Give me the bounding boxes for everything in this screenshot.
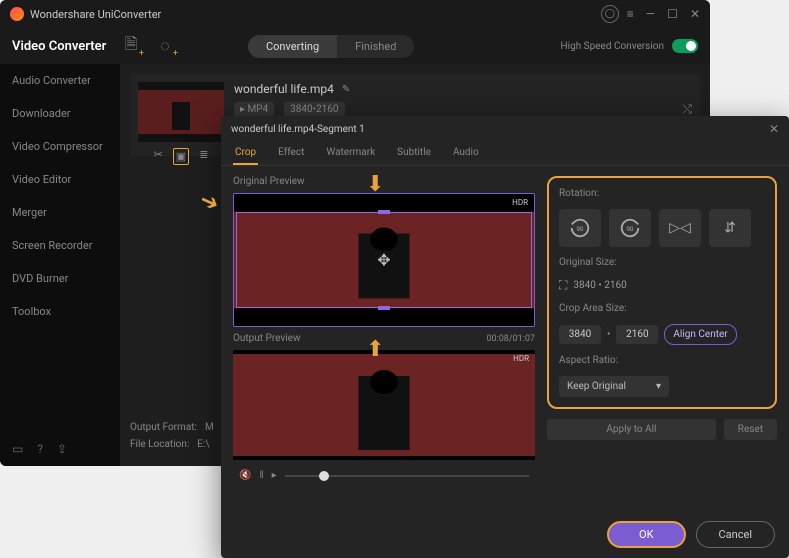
hdr-icon: HDR [512, 198, 528, 207]
sidebar-item-video-editor[interactable]: Video Editor [0, 163, 120, 196]
titlebar: Wondershare UniConverter ◯ ≡ — ☐ ✕ [0, 0, 710, 28]
minimize-icon[interactable]: — [646, 7, 655, 21]
edit-name-icon[interactable]: ✎ [342, 84, 350, 95]
maximize-icon[interactable]: ☐ [667, 7, 678, 21]
crop-frame[interactable]: ✥ [236, 212, 532, 308]
time-display: 00:08/01:07 [486, 334, 535, 344]
tab-crop[interactable]: Crop [233, 142, 258, 165]
tab-effect[interactable]: Effect [276, 142, 306, 165]
crop-width-input[interactable] [559, 325, 601, 344]
section-heading: Video Converter [12, 39, 120, 54]
menu-icon[interactable]: ≡ [627, 7, 634, 21]
app-title: Wondershare UniConverter [30, 8, 601, 21]
crop-icon[interactable]: ▣ [173, 148, 189, 165]
crop-handle-top[interactable] [378, 210, 390, 214]
list-icon[interactable]: ≣ [199, 148, 208, 165]
file-name: wonderful life.mp4 [234, 82, 334, 96]
library-icon[interactable]: ▭ [12, 442, 23, 456]
flip-horizontal-button[interactable]: ▷◁ [659, 209, 701, 247]
queue-tabs: Converting Finished [248, 35, 414, 58]
sidebar-item-audio-converter[interactable]: Audio Converter [0, 64, 120, 97]
original-preview-label: Original Preview [233, 176, 535, 187]
editor-tabs: Crop Effect Watermark Subtitle Audio [221, 142, 789, 166]
sidebar: Audio Converter Downloader Video Compres… [0, 64, 120, 466]
sidebar-item-dvd-burner[interactable]: DVD Burner [0, 262, 120, 295]
rotation-label: Rotation: [559, 188, 765, 199]
output-format-value[interactable]: M [205, 422, 214, 433]
file-location-label: File Location: [130, 439, 189, 450]
help-icon[interactable]: ? [37, 442, 43, 456]
output-format-label: Output Format: [130, 422, 197, 433]
sidebar-item-merger[interactable]: Merger [0, 196, 120, 229]
hdr-icon: HDR [513, 354, 529, 363]
aspect-ratio-select[interactable]: Keep Original ▾ [559, 376, 669, 397]
shuffle-icon[interactable]: ⤭ [682, 102, 692, 117]
source-resolution-badge: 3840•2160 [284, 102, 344, 117]
share-icon[interactable]: ⇪ [57, 442, 67, 456]
pause-icon[interactable]: ‖ [259, 470, 263, 481]
file-location-value[interactable]: E:\ [197, 439, 209, 450]
topbar: Video Converter 🗎+ ◌+ Converting Finishe… [0, 28, 710, 64]
tab-converting[interactable]: Converting [248, 35, 337, 58]
aspect-ratio-label: Aspect Ratio: [559, 355, 765, 366]
aspect-lock-icon[interactable]: ⛶ [559, 278, 567, 293]
editor-title: wonderful life.mp4-Segment 1 [231, 124, 365, 135]
original-size-label: Original Size: [559, 257, 765, 268]
add-folder-icon[interactable]: ◌+ [154, 35, 176, 57]
output-preview-label: Output Preview [233, 333, 300, 344]
crop-editor-dialog: wonderful life.mp4-Segment 1 ✕ Crop Effe… [221, 116, 789, 558]
svg-text:90: 90 [576, 225, 584, 233]
rotate-cw-button[interactable]: 90 [609, 209, 651, 247]
sidebar-item-screen-recorder[interactable]: Screen Recorder [0, 229, 120, 262]
app-logo-icon [10, 7, 24, 21]
player-controls: 🔇 ‖ ▸ [233, 466, 535, 485]
mute-icon[interactable]: 🔇 [239, 470, 251, 481]
crop-area-label: Crop Area Size: [559, 303, 765, 314]
file-thumbnail[interactable] [138, 82, 224, 142]
hsc-toggle[interactable] [672, 39, 698, 53]
tab-finished[interactable]: Finished [337, 35, 414, 58]
dialog-close-icon[interactable]: ✕ [769, 122, 779, 136]
ok-button[interactable]: OK [607, 521, 685, 548]
sidebar-item-video-compressor[interactable]: Video Compressor [0, 130, 120, 163]
tab-subtitle[interactable]: Subtitle [395, 142, 433, 165]
chevron-down-icon: ▾ [656, 381, 661, 392]
trim-icon[interactable]: ✂ [154, 148, 163, 165]
apply-to-all-button[interactable]: Apply to All [547, 419, 716, 440]
crop-size-separator: • [607, 329, 610, 340]
source-format-badge: ▸ MP4 [234, 102, 274, 117]
sidebar-item-downloader[interactable]: Downloader [0, 97, 120, 130]
account-icon[interactable]: ◯ [601, 5, 619, 23]
reset-button[interactable]: Reset [724, 419, 777, 440]
rotate-ccw-button[interactable]: 90 [559, 209, 601, 247]
move-cursor-icon: ✥ [377, 251, 390, 270]
svg-text:90: 90 [626, 225, 634, 233]
sidebar-item-toolbox[interactable]: Toolbox [0, 295, 120, 328]
hsc-label: High Speed Conversion [561, 41, 664, 52]
crop-height-input[interactable] [616, 325, 658, 344]
tab-watermark[interactable]: Watermark [324, 142, 377, 165]
step-forward-icon[interactable]: ▸ [272, 470, 277, 481]
original-size-value: 3840 • 2160 [573, 280, 626, 291]
crop-handle-bottom[interactable] [378, 306, 390, 310]
tab-audio[interactable]: Audio [451, 142, 481, 165]
crop-settings-panel: Rotation: 90 90 ▷◁ ⇵ Original Size: ⛶ 38… [547, 176, 777, 409]
original-preview[interactable]: ✥ HDR [233, 193, 535, 327]
close-icon[interactable]: ✕ [690, 7, 700, 21]
output-preview: HDR [233, 350, 535, 460]
align-center-button[interactable]: Align Center [664, 324, 736, 345]
cancel-button[interactable]: Cancel [696, 521, 775, 548]
add-file-icon[interactable]: 🗎+ [120, 35, 142, 57]
flip-vertical-button[interactable]: ⇵ [709, 209, 751, 247]
scrub-bar[interactable] [285, 475, 529, 477]
